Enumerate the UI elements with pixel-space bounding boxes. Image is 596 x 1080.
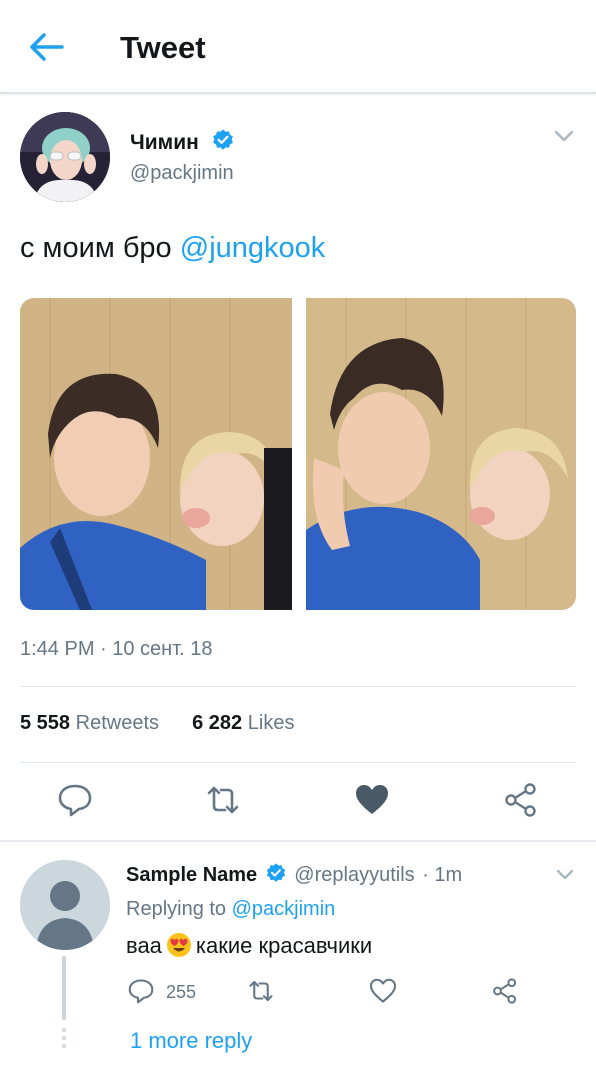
heart-icon[interactable] <box>352 780 392 820</box>
share-icon[interactable] <box>501 780 541 820</box>
reply-text: ваа какие красавчики <box>126 932 372 959</box>
tweet-text-prefix: с моим бро <box>20 232 180 264</box>
reply-icon[interactable] <box>55 780 95 820</box>
replying-to-label: Replying to <box>126 898 227 920</box>
reply-item[interactable]: Sample Name @replayyutils · 1m Replying … <box>0 842 596 1080</box>
replying-to-line: Replying to @packjimin <box>126 898 335 921</box>
reply-text-start: ваа <box>126 933 162 958</box>
verified-badge-icon <box>265 862 287 890</box>
emoji-heart-eyes-icon <box>166 932 192 958</box>
reply-icon <box>126 979 156 1010</box>
reply-time: · 1m <box>422 864 463 886</box>
retweets-count[interactable]: 5 558 <box>20 712 70 734</box>
share-icon[interactable] <box>490 976 522 1006</box>
tweet-photo-1[interactable] <box>20 298 292 610</box>
verified-badge-icon <box>211 128 235 158</box>
tweet-text: с моим бро @jungkook <box>20 232 325 265</box>
tweet-action-bar <box>0 780 596 824</box>
author-name[interactable]: Чимин <box>130 131 199 154</box>
retweet-icon[interactable] <box>203 780 243 820</box>
thread-dots <box>61 1028 67 1048</box>
tweet-author: Чимин @packjimin <box>20 112 576 202</box>
chevron-down-icon[interactable] <box>554 866 576 884</box>
reply-header: Sample Name @replayyutils · 1m <box>126 862 462 890</box>
author-avatar[interactable] <box>20 112 110 202</box>
author-name-row[interactable]: Чимин <box>130 128 235 158</box>
top-app-bar: Tweet <box>0 0 596 94</box>
author-handle[interactable]: @packjimin <box>130 162 234 185</box>
tweet-stats: 5 558 Retweets 6 282 Likes <box>20 712 294 735</box>
likes-label[interactable]: Likes <box>248 712 295 734</box>
likes-count[interactable]: 6 282 <box>192 712 242 734</box>
reply-avatar[interactable] <box>20 860 110 950</box>
divider <box>20 686 576 687</box>
retweets-label[interactable]: Retweets <box>76 712 159 734</box>
retweet-icon[interactable] <box>246 976 278 1006</box>
page-title: Tweet <box>120 30 206 65</box>
tweet-media <box>20 298 576 610</box>
reply-text-end: какие красавчики <box>195 933 373 958</box>
heart-outline-icon[interactable] <box>368 976 400 1006</box>
reply-count: 255 <box>166 982 197 1002</box>
reply-action-bar: 255 <box>126 976 546 1008</box>
reply-reply-button[interactable]: 255 <box>126 976 206 1006</box>
chevron-down-icon[interactable] <box>552 126 576 146</box>
tweet-timestamp[interactable]: 1:44 PM · 10 сент. 18 <box>20 638 213 661</box>
tweet-photo-2[interactable] <box>306 298 576 610</box>
back-arrow-icon[interactable] <box>28 30 68 64</box>
replying-to-mention[interactable]: @packjimin <box>232 898 336 920</box>
reply-author-name[interactable]: Sample Name <box>126 864 257 886</box>
more-replies-link[interactable]: 1 more reply <box>130 1028 252 1054</box>
thread-line <box>62 956 66 1020</box>
mention-link[interactable]: @jungkook <box>180 232 326 264</box>
reply-author-handle[interactable]: @replayyutils <box>294 864 414 886</box>
divider <box>20 762 576 763</box>
